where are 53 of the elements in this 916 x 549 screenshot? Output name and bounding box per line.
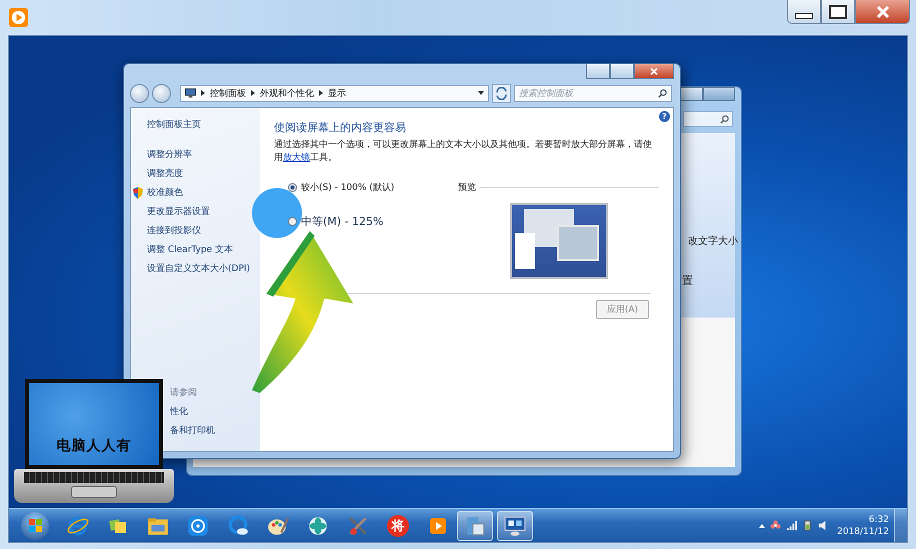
taskbar-app-icon[interactable] bbox=[457, 510, 493, 540]
minimize-button[interactable] bbox=[787, 0, 821, 24]
shield-icon bbox=[133, 186, 143, 198]
clock-date: 2018/11/12 bbox=[837, 526, 889, 538]
close-button[interactable] bbox=[855, 0, 910, 24]
preview-label: 预览 bbox=[458, 182, 476, 194]
back-button[interactable] bbox=[130, 84, 149, 102]
search-icon bbox=[720, 114, 729, 124]
clock-time: 6:32 bbox=[868, 514, 889, 526]
start-button[interactable] bbox=[21, 512, 49, 540]
sidebar-link[interactable]: 设置自定义文本大小(DPI) bbox=[147, 262, 250, 275]
play-icon bbox=[9, 8, 28, 27]
refresh-icon[interactable] bbox=[492, 84, 511, 102]
breadcrumb-separator bbox=[201, 90, 205, 96]
dropdown-icon[interactable] bbox=[478, 91, 484, 95]
close-button[interactable] bbox=[634, 64, 674, 79]
help-button[interactable]: ? bbox=[659, 111, 670, 122]
taskbar-app-icon[interactable] bbox=[497, 510, 533, 540]
address-bar[interactable]: 控制面板 外观和个性化 显示 bbox=[180, 84, 489, 102]
breadcrumb-item[interactable]: 显示 bbox=[328, 86, 346, 100]
flower-icon[interactable] bbox=[770, 520, 782, 531]
clock[interactable]: 6:32 2018/11/12 bbox=[837, 514, 889, 538]
breadcrumb-separator bbox=[251, 90, 255, 96]
sidebar-link[interactable]: 调整 ClearType 文本 bbox=[147, 243, 233, 256]
sidebar-link[interactable]: 连接到投影仪 bbox=[147, 224, 201, 237]
sidebar-link[interactable]: 调整分辨率 bbox=[147, 148, 192, 161]
signal-icon[interactable] bbox=[786, 520, 798, 531]
breadcrumb-item[interactable]: 控制面板 bbox=[210, 86, 246, 100]
show-desktop-button[interactable] bbox=[894, 509, 907, 542]
magnifier-link[interactable]: 放大镜 bbox=[283, 153, 310, 163]
sidebar-link[interactable]: 调整亮度 bbox=[147, 167, 183, 180]
radio-button[interactable] bbox=[288, 183, 297, 192]
description-text: 通过选择其中一个选项，可以更改屏幕上的文本大小以及其他项。若要暂时放大部分屏幕，请使用放大镜工具。 bbox=[274, 139, 653, 165]
search-icon bbox=[658, 88, 667, 98]
sidebar-link[interactable]: 更改显示器设置 bbox=[147, 205, 210, 218]
power-icon[interactable] bbox=[802, 520, 814, 531]
option-label[interactable]: 中等(M) - 125% bbox=[301, 214, 384, 229]
show-hidden-icons-button[interactable] bbox=[759, 524, 766, 528]
monitor-icon bbox=[185, 88, 196, 98]
window-text: 置 bbox=[682, 273, 693, 288]
page-heading: 使阅读屏幕上的内容更容易 bbox=[274, 120, 407, 135]
option-label[interactable]: 较小(S) - 100% (默认) bbox=[301, 181, 394, 194]
forward-button[interactable] bbox=[152, 84, 171, 102]
sidebar-link[interactable]: 校准颜色 bbox=[147, 186, 183, 199]
close-button[interactable] bbox=[703, 87, 735, 101]
close-icon bbox=[650, 68, 658, 74]
window-text: 改文字大小 bbox=[688, 234, 738, 248]
search-field[interactable] bbox=[683, 111, 733, 127]
breadcrumb-separator bbox=[319, 90, 323, 96]
sidebar-link[interactable]: 控制面板主页 bbox=[147, 118, 201, 131]
breadcrumb-item[interactable]: 外观和个性化 bbox=[260, 86, 314, 100]
close-icon bbox=[876, 6, 890, 18]
maximize-button[interactable] bbox=[821, 0, 855, 24]
